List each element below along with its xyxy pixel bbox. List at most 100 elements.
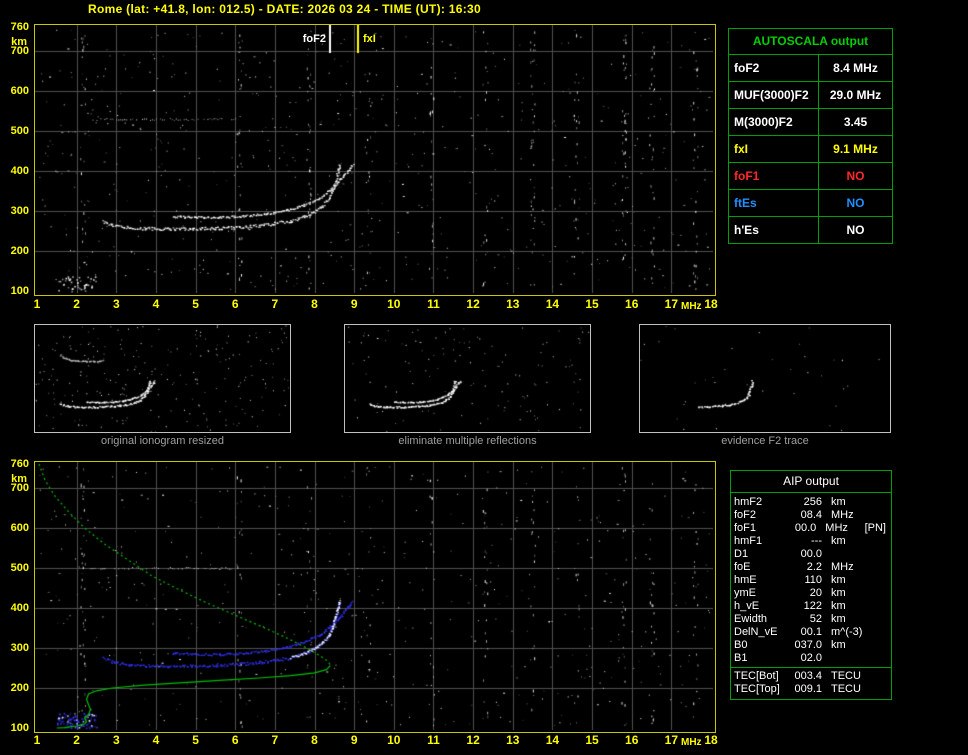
profile-y-axis: 760 700 600 500 400 300 200 100 km (0, 458, 32, 734)
thumbnail-original-ionogram (34, 324, 291, 433)
aip-label: foE (734, 561, 751, 573)
y-axis-unit-label: km (11, 36, 27, 48)
aip-row: h_vE 122 km (731, 600, 891, 613)
parameter-label: foF1 (729, 163, 819, 189)
autoscala-row: foF2 8.4 MHz (729, 55, 892, 82)
ionogram-plot (34, 24, 716, 296)
y-tick-label: 200 (10, 682, 29, 694)
aip-row: B1 02.0 (731, 652, 891, 665)
x-tick-label: 7 (271, 733, 279, 747)
x-tick-label: 8 (311, 733, 318, 747)
x-tick-label: 10 (387, 297, 401, 311)
aip-value: 00.0 (794, 522, 817, 534)
aip-table-body: hmF2 256 km foF2 08.4 MHz foF1 00.0 MHz [PN] hmF1-… (731, 496, 891, 665)
foF2-marker-label: foF2 (302, 33, 326, 45)
x-tick-label: 10 (387, 733, 401, 747)
x-tick-label: 1 (33, 297, 41, 311)
x-tick-label: 14 (545, 297, 560, 311)
aip-label: foF2 (734, 509, 757, 521)
parameter-label: ftEs (729, 190, 819, 216)
aip-unit: km (831, 600, 846, 612)
autoscala-table-header: AUTOSCALA output (729, 29, 892, 55)
aip-note (873, 652, 888, 665)
aip-row: hmE 110 km (731, 574, 891, 587)
y-tick-label: 100 (10, 285, 29, 297)
aip-label: hmF1 (734, 535, 763, 547)
aip-label: B1 (734, 652, 748, 664)
aip-label: hmE (734, 574, 757, 586)
aip-note: [PN] (864, 522, 886, 534)
parameter-value: 3.45 (843, 115, 868, 129)
aip-value: 52 (809, 613, 822, 625)
y-axis-unit-label: km (11, 473, 27, 485)
aip-value: 009.1 (794, 683, 822, 695)
aip-table-header: AIP output (731, 471, 891, 493)
ionogram-canvas (35, 25, 713, 293)
aip-unit (822, 652, 873, 665)
y-tick-label: 400 (10, 165, 29, 177)
aip-unit: MHz (825, 522, 848, 534)
aip-unit: km (831, 535, 846, 547)
aip-row: ymE 20 km (731, 587, 891, 600)
parameter-label: foF2 (729, 55, 819, 81)
aip-value: 00.1 (800, 626, 822, 638)
aip-output-table: AIP output hmF2 256 km foF2 08.4 MHz foF1 00.0 M… (730, 470, 892, 700)
aip-unit: km (831, 587, 846, 599)
thumbnail-f2-trace-evidence (639, 324, 891, 433)
x-tick-label: 6 (231, 733, 239, 747)
parameter-label: fxI (729, 136, 819, 162)
y-tick-label: 300 (10, 205, 29, 217)
parameter-value: 29.0 MHz (829, 88, 882, 102)
x-tick-label: 18 (704, 297, 718, 311)
x-tick-label: 15 (585, 733, 599, 747)
x-tick-label: 15 (585, 297, 599, 311)
aip-row: foE 2.2 MHz (731, 561, 891, 574)
x-tick-label: 9 (350, 733, 358, 747)
profile-plot (34, 461, 716, 733)
aip-unit: km (831, 574, 846, 586)
aip-value: 256 (803, 496, 822, 508)
thumbnail-caption: eliminate multiple reflections (398, 435, 537, 447)
aip-note (873, 613, 888, 626)
x-tick-label: 2 (73, 733, 80, 747)
parameter-value: NO (846, 223, 865, 237)
thumbnail-canvas (345, 325, 590, 432)
aip-label: Ewidth (734, 613, 768, 625)
x-tick-label: 11 (427, 733, 440, 747)
aip-unit: km (831, 639, 846, 651)
x-tick-label: 12 (466, 733, 480, 747)
aip-label: B0 (734, 639, 748, 651)
aip-row: Ewidth 52 km (731, 613, 891, 626)
x-tick-label: 4 (152, 297, 160, 311)
aip-value: 08.4 (800, 509, 822, 521)
parameter-value: NO (846, 196, 865, 210)
x-tick-label: 17 (664, 297, 679, 311)
aip-unit: km (831, 496, 846, 508)
aip-note (873, 535, 888, 548)
x-tick-label: 7 (271, 297, 279, 311)
parameter-label: MUF(3000)F2 (729, 82, 819, 108)
aip-tec-section: TEC[Bot] 003.4 TECU TEC[Top] 009.1 TECU (731, 667, 891, 696)
x-tick-label: 4 (152, 733, 160, 747)
station-date-time-title: Rome (lat: +41.8, lon: 012.5) - DATE: 20… (88, 2, 481, 16)
autoscala-output-table: AUTOSCALA output foF2 8.4 MHz MUF(3000)F2 2… (728, 28, 893, 244)
y-tick-label: 600 (10, 522, 29, 534)
thumbnail-caption: original ionogram resized (101, 435, 224, 447)
aip-value: 02.0 (800, 652, 822, 664)
aip-value: 2.2 (806, 561, 822, 573)
aip-unit: MHz (831, 509, 854, 521)
aip-note (873, 600, 888, 613)
aip-row: D1 00.0 (731, 548, 891, 561)
aip-label: TEC[Top] (734, 683, 780, 695)
aip-row: TEC[Bot] 003.4 TECU (731, 670, 891, 683)
fxI-marker-label: fxI (363, 33, 376, 45)
x-tick-label: 16 (625, 297, 639, 311)
x-tick-label: 13 (506, 733, 520, 747)
x-tick-label: 14 (545, 733, 560, 747)
autoscala-row: MUF(3000)F2 29.0 MHz (729, 82, 892, 109)
x-tick-label: 5 (192, 297, 199, 311)
y-tick-label: 400 (10, 602, 29, 614)
ionogram-y-axis: 760 700 600 500 400 300 200 100 km (0, 21, 32, 297)
parameter-label: M(3000)F2 (729, 109, 819, 135)
x-tick-label: 18 (704, 733, 718, 747)
